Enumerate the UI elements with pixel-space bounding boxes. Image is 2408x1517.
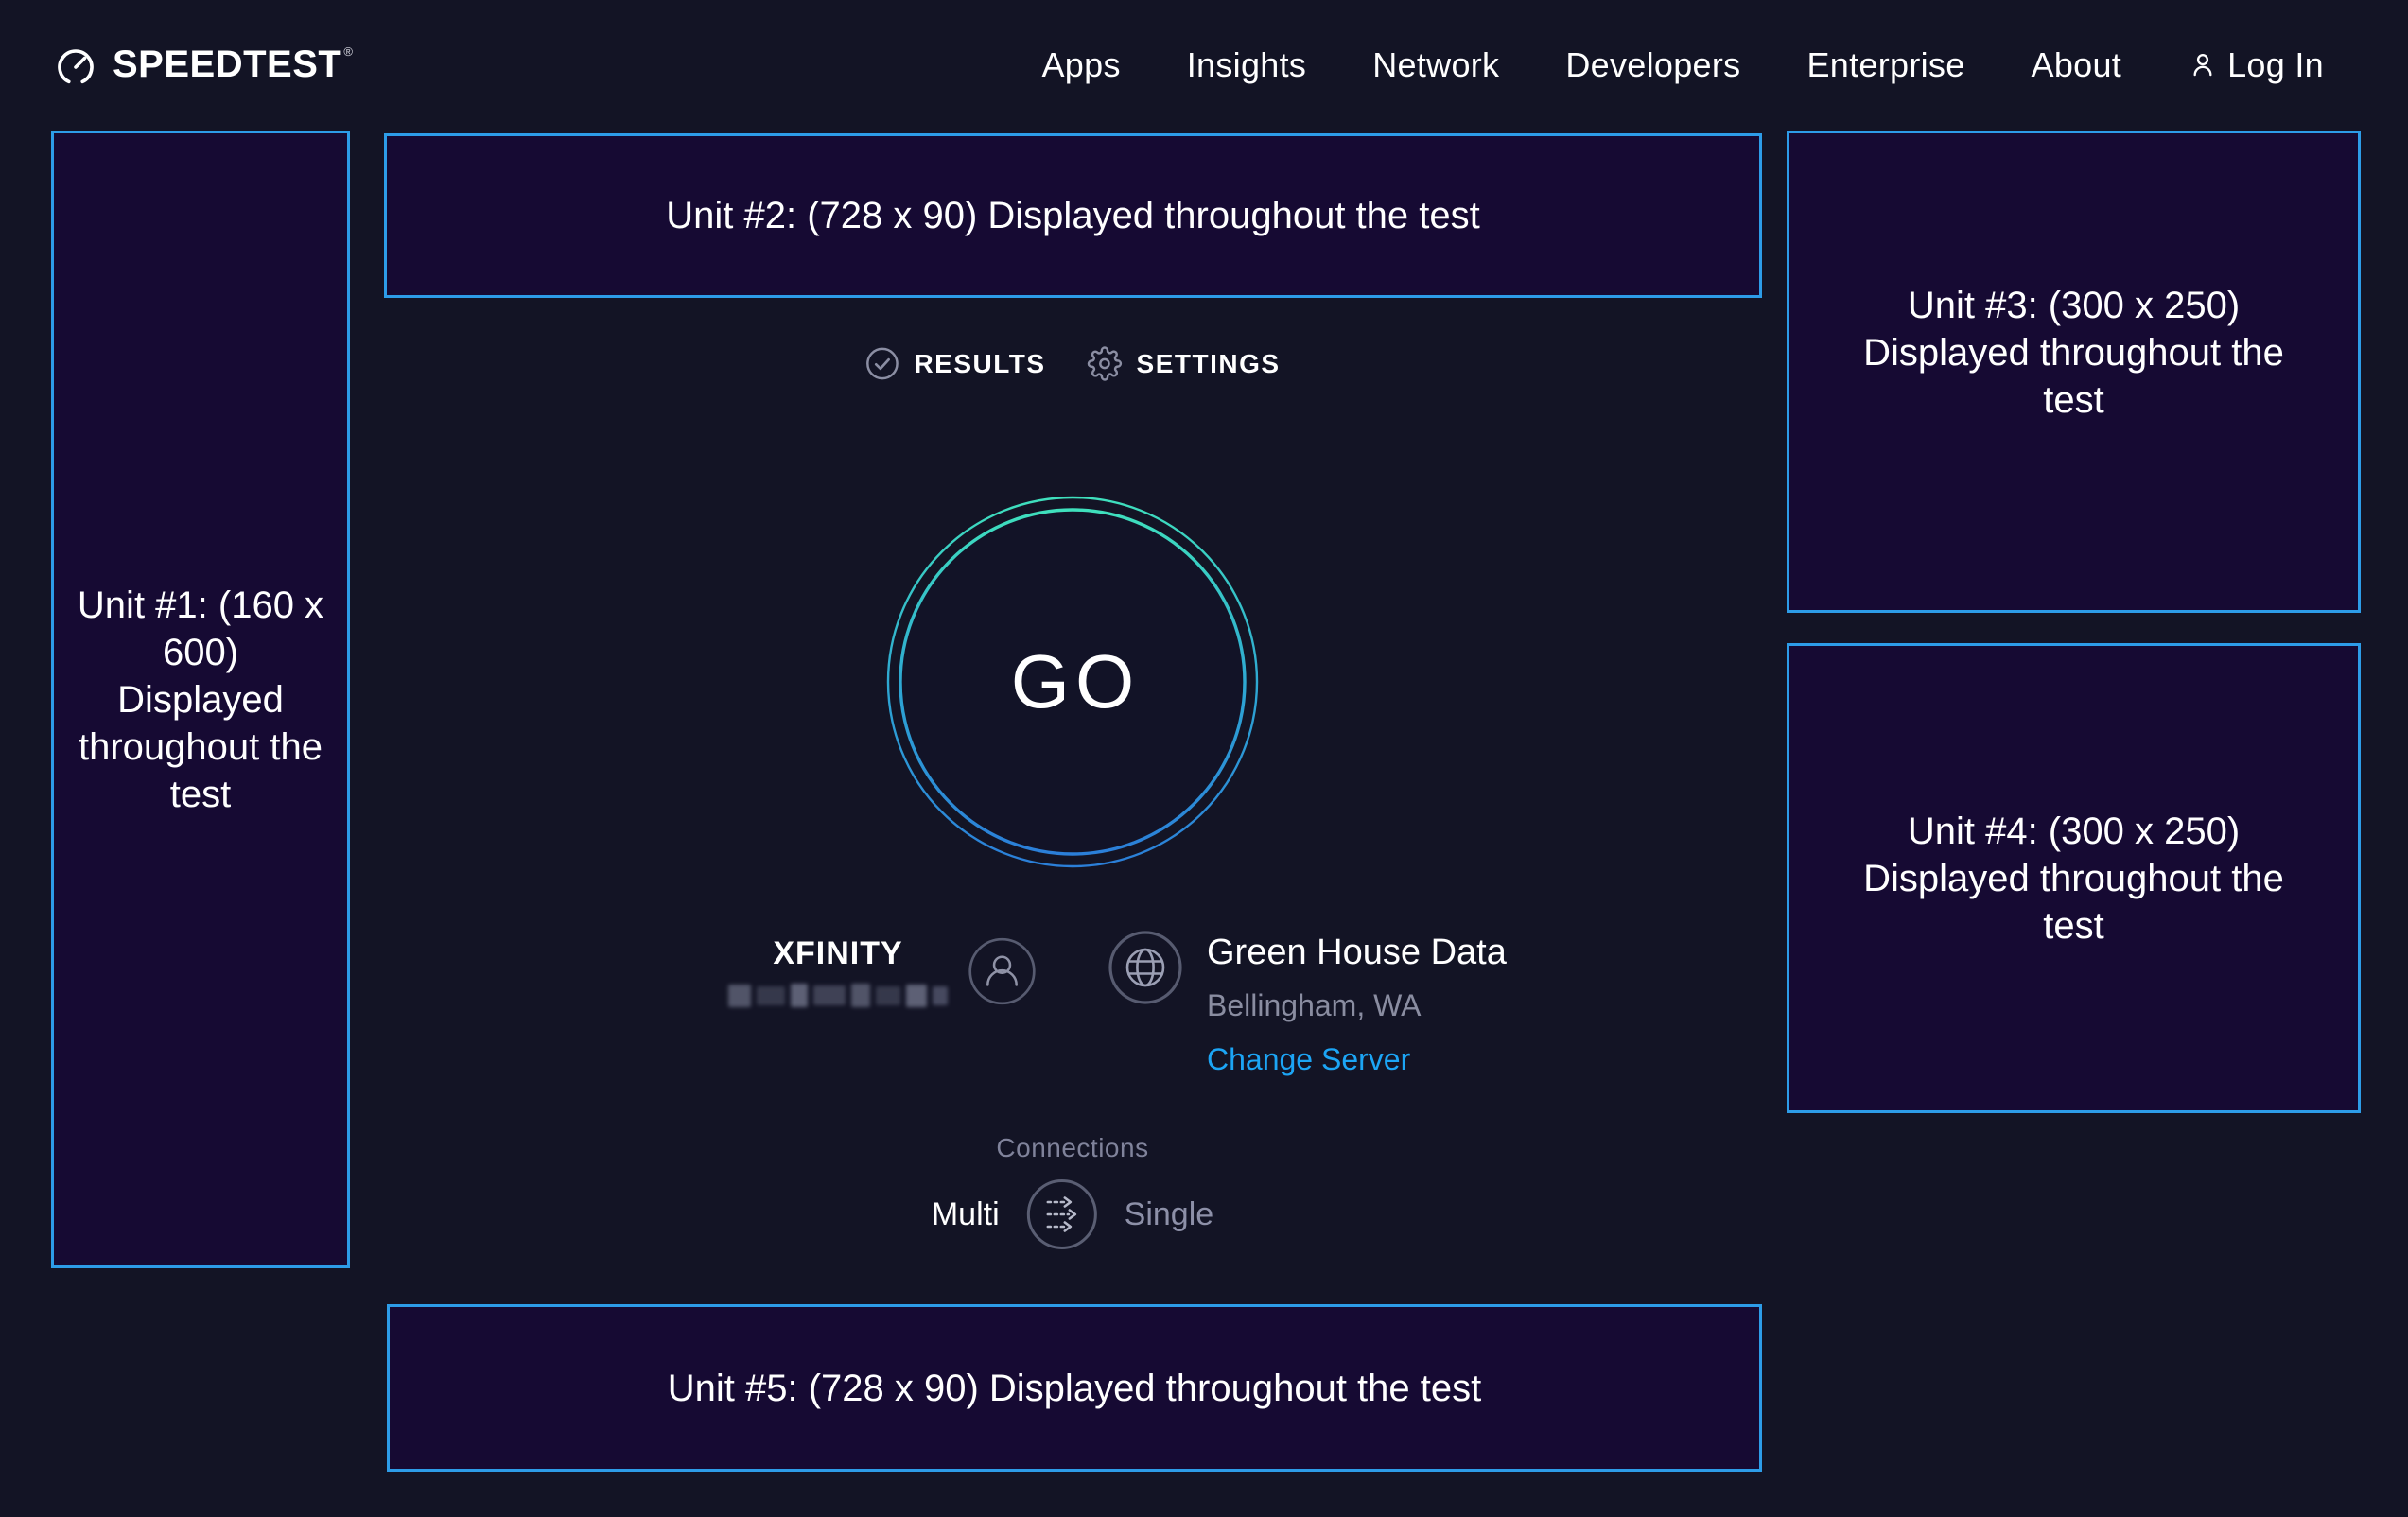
nav-links: Apps Insights Network Developers Enterpr…: [1041, 45, 2324, 85]
connections-toggle[interactable]: [1026, 1178, 1098, 1250]
tab-settings-label: SETTINGS: [1137, 349, 1281, 379]
go-button[interactable]: GO: [886, 496, 1259, 868]
person-icon: [2188, 50, 2218, 80]
login-button[interactable]: Log In: [2188, 45, 2324, 85]
tab-results-label: RESULTS: [914, 349, 1045, 379]
gear-icon: [1088, 346, 1123, 381]
speedometer-gauge-icon: [54, 44, 97, 88]
login-label: Log In: [2227, 45, 2324, 85]
ad-unit-3-rectangle[interactable]: Unit #3: (300 x 250) Displayed throughou…: [1787, 131, 2361, 613]
isp-text: XFINITY: [728, 935, 948, 1007]
ad-unit-5-leaderboard[interactable]: Unit #5: (728 x 90) Displayed throughout…: [387, 1304, 1762, 1472]
nav-item-about[interactable]: About: [2032, 45, 2122, 85]
server-location: Bellingham, WA: [1207, 988, 1421, 1023]
multi-connection-arrows-icon: [1026, 1178, 1098, 1250]
nav-item-apps[interactable]: Apps: [1041, 45, 1120, 85]
speedtest-logo[interactable]: SPEEDTEST®: [54, 43, 353, 88]
tab-results[interactable]: RESULTS: [864, 346, 1045, 381]
logo-trademark: ®: [343, 44, 353, 59]
ad-unit-2-leaderboard[interactable]: Unit #2: (728 x 90) Displayed throughout…: [384, 133, 1762, 298]
globe-icon: [1108, 931, 1182, 1004]
connections-section: Connections Multi Single: [932, 1133, 1213, 1250]
tabs-bar: RESULTS SETTINGS: [864, 346, 1280, 381]
ad-unit-4-label: Unit #4: (300 x 250) Displayed throughou…: [1860, 808, 2288, 950]
speedtest-page: { "nav": { "logo": { "text": "SPEEDTEST"…: [0, 0, 2408, 1517]
ad-unit-2-label: Unit #2: (728 x 90) Displayed throughout…: [666, 192, 1480, 239]
check-circle-icon: [864, 346, 899, 381]
nav-item-network[interactable]: Network: [1372, 45, 1499, 85]
connections-multi-option[interactable]: Multi: [932, 1196, 1000, 1233]
change-server-link[interactable]: Change Server: [1207, 1042, 1410, 1077]
connections-single-option[interactable]: Single: [1125, 1196, 1214, 1233]
nav-item-developers[interactable]: Developers: [1565, 45, 1740, 85]
server-info: Green House Data Bellingham, WA Change S…: [1108, 931, 1507, 1077]
ad-unit-1-label: Unit #1: (160 x 600) Displayed throughou…: [77, 582, 324, 818]
isp-name: XFINITY: [773, 935, 902, 972]
user-icon: [968, 932, 1036, 1011]
go-button-label: GO: [1011, 638, 1140, 725]
server-name: Green House Data: [1207, 933, 1507, 973]
ad-unit-5-label: Unit #5: (728 x 90) Displayed throughout…: [668, 1365, 1482, 1412]
logo-wordmark: SPEEDTEST: [113, 44, 341, 85]
nav-item-enterprise[interactable]: Enterprise: [1806, 45, 1964, 85]
top-nav: SPEEDTEST® Apps Insights Network Develop…: [0, 0, 2408, 131]
connections-row: Multi Single: [932, 1178, 1213, 1250]
server-text: Green House Data Bellingham, WA Change S…: [1207, 931, 1507, 1077]
isp-info: XFINITY: [728, 932, 1036, 1011]
nav-item-insights[interactable]: Insights: [1187, 45, 1306, 85]
connections-label: Connections: [996, 1133, 1148, 1163]
isp-ip-redacted: [728, 984, 948, 1007]
ad-unit-4-rectangle[interactable]: Unit #4: (300 x 250) Displayed throughou…: [1787, 643, 2361, 1113]
ad-unit-3-label: Unit #3: (300 x 250) Displayed throughou…: [1860, 282, 2288, 424]
ad-unit-1-skyscraper[interactable]: Unit #1: (160 x 600) Displayed throughou…: [51, 131, 350, 1268]
tab-settings[interactable]: SETTINGS: [1088, 346, 1281, 381]
